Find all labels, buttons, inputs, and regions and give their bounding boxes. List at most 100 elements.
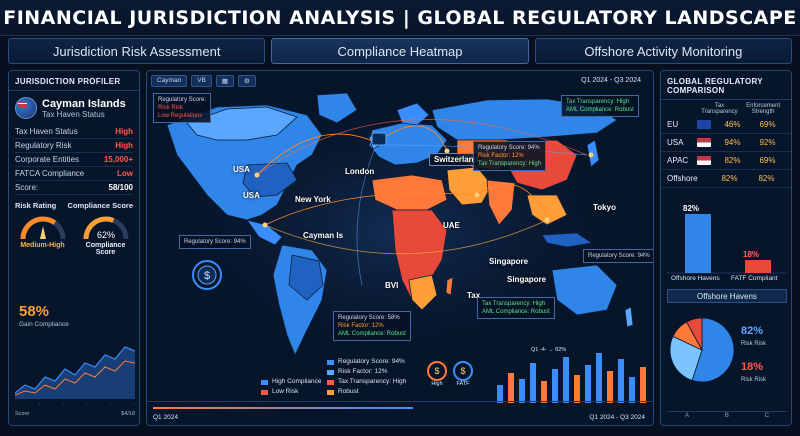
stat-value: 15,000+ xyxy=(103,155,133,164)
right-footer-tabs: A B C xyxy=(667,411,787,421)
shield-dollar-icon: $ xyxy=(427,361,447,381)
info-card-east: Regulatory Score: 94% xyxy=(583,249,653,263)
mini-icon-wrap-a[interactable]: $ High xyxy=(427,361,447,387)
row-name: APAC xyxy=(667,156,689,165)
legend-swatch xyxy=(327,379,334,385)
comparison-row[interactable]: USA 94% 92% xyxy=(661,134,791,152)
mini-bar xyxy=(596,353,602,403)
jurisdiction-profiler-panel: JURISDICTION PROFILER Cayman Islands Tax… xyxy=(8,70,140,426)
bar-b-name: FATF Compliant xyxy=(731,275,778,282)
info-line: Tax Transparency: High xyxy=(482,301,546,307)
info-line: Regulatory Score: 94% xyxy=(478,145,540,151)
legend-label: Tax Transparency: High xyxy=(338,378,407,385)
row-value-b: 69% xyxy=(759,120,776,129)
city-singapore-2[interactable]: Singapore xyxy=(507,275,546,284)
mini-bar xyxy=(552,369,558,403)
row-value-a: 82% xyxy=(724,156,741,165)
tab-jurisdiction-risk[interactable]: Jurisdiction Risk Assessment xyxy=(8,38,266,64)
footer-tab[interactable]: C xyxy=(765,413,769,421)
trend-pct: 58% xyxy=(19,303,50,320)
row-value-a: 82% xyxy=(721,174,738,183)
comparison-columns: Tax Transparency Enforcement Strength xyxy=(661,100,791,116)
marker-singapore xyxy=(544,217,550,223)
mini-bar xyxy=(530,363,536,403)
trend-area-blue xyxy=(15,347,135,399)
comparison-row[interactable]: APAC 82% 69% xyxy=(661,152,791,170)
city-london[interactable]: London xyxy=(345,167,374,176)
risk-rating-label: Risk Rating xyxy=(15,201,57,210)
row-name: Offshore xyxy=(667,174,698,183)
month-tick: · xyxy=(85,401,88,407)
map-period: Q1 2024 - Q3 2024 xyxy=(581,77,641,84)
title-bar: FINANCIAL JURISDICTION ANALYSIS | GLOBAL… xyxy=(0,0,800,36)
city-tokyo[interactable]: Tokyo xyxy=(593,203,616,212)
map-timeline[interactable]: Q1 2024 Q1 2024 - Q3 2024 xyxy=(147,401,653,425)
bar-offshore-havens xyxy=(685,213,711,273)
jurisdiction-subtitle: Tax Haven Status xyxy=(42,109,105,119)
comparison-row[interactable]: EU 46% 69% xyxy=(661,116,791,134)
mini-bar xyxy=(629,377,635,403)
city-usa[interactable]: USA xyxy=(233,165,250,174)
city-new-york[interactable]: New York xyxy=(295,195,331,204)
info-line: Risk Risk xyxy=(158,105,183,111)
gavel-icon xyxy=(371,132,387,146)
pie-value-b: 18% xyxy=(741,361,764,373)
stat-row: Score: 58/100 xyxy=(15,181,133,195)
row-name: USA xyxy=(667,138,684,147)
col-spacer xyxy=(667,103,698,115)
city-bvi[interactable]: BVI xyxy=(385,281,398,290)
profiler-heading: JURISDICTION PROFILER xyxy=(9,71,139,91)
bar-a-value: 82% xyxy=(683,203,700,213)
pie-value-a: 82% xyxy=(741,325,764,337)
profile-card[interactable]: Cayman Islands Tax Haven Status xyxy=(9,91,139,125)
marker-new-york xyxy=(254,172,260,178)
mini-bar xyxy=(508,373,514,403)
info-card-bvi: Regulatory Score: 58% Risk Factor: 12% A… xyxy=(333,311,411,341)
legend-swatch xyxy=(327,389,334,395)
mini-icon-wrap-b[interactable]: $ FATF xyxy=(453,361,473,387)
flag-apac-icon xyxy=(697,156,711,165)
compliance-gauge[interactable]: 62% Compliance Score xyxy=(77,212,135,256)
map-bar-chart xyxy=(497,353,646,403)
stat-row: Tax Haven Status High xyxy=(15,125,133,139)
city-uae[interactable]: UAE xyxy=(443,221,460,230)
info-line: Regulatory Score: xyxy=(158,97,207,103)
footer-tab[interactable]: B xyxy=(725,413,729,421)
city-usa-2[interactable]: USA xyxy=(243,191,260,200)
tab-offshore-monitoring[interactable]: Offshore Activity Monitoring xyxy=(534,38,792,64)
mini-bar xyxy=(541,381,547,403)
tab-compliance-heatmap[interactable]: Compliance Heatmap xyxy=(271,38,529,64)
row-value-b: 92% xyxy=(759,138,776,147)
stat-value: 58/100 xyxy=(108,183,133,192)
info-card-top-left: Regulatory Score: Risk Risk Low Regulati… xyxy=(153,93,212,123)
info-card-top-right: Tax Transparency: High AML Compliance: R… xyxy=(561,95,639,117)
pie-sub-b: Risk Risk xyxy=(741,377,766,383)
city-cayman[interactable]: Cayman Is xyxy=(303,231,343,240)
legend-item: Tax Transparency: High xyxy=(327,377,406,387)
row-value-b: 82% xyxy=(758,174,775,183)
row-value-a: 46% xyxy=(724,120,741,129)
stat-key: Score: xyxy=(15,183,39,192)
stat-value: Low xyxy=(117,169,133,178)
timeline-track[interactable] xyxy=(153,407,413,409)
legend-item: Regulatory Score: 94% xyxy=(327,357,406,367)
col-enforcement: Enforcement Strength xyxy=(746,103,781,115)
compliance-gauge-label: Compliance Score xyxy=(85,242,126,256)
timeline-start: Q1 2024 xyxy=(153,414,178,421)
stat-key: Corporate Entities xyxy=(15,155,80,164)
comparison-row[interactable]: Offshore 82% 82% xyxy=(661,170,791,188)
compliance-pct: 62% xyxy=(96,230,114,240)
month-tick: · xyxy=(109,401,112,407)
stat-key: FATCA Compliance xyxy=(15,169,85,178)
info-line: AML Compliance: Robust xyxy=(338,331,406,337)
month-tick: · xyxy=(133,401,135,407)
city-singapore[interactable]: Singapore xyxy=(489,257,528,266)
map-legend: High Compliance Low Risk xyxy=(261,377,322,397)
info-card-west: Regulatory Score: 94% xyxy=(179,235,251,249)
legend-label: High Compliance xyxy=(272,378,322,385)
risk-gauge[interactable]: Medium-High xyxy=(14,212,72,256)
info-line: Risk Factor: 12% xyxy=(338,323,384,329)
risk-gauge-value: Medium-High xyxy=(20,242,65,249)
col-tax-transparency: Tax Transparency xyxy=(701,103,738,115)
footer-tab[interactable]: A xyxy=(685,413,689,421)
